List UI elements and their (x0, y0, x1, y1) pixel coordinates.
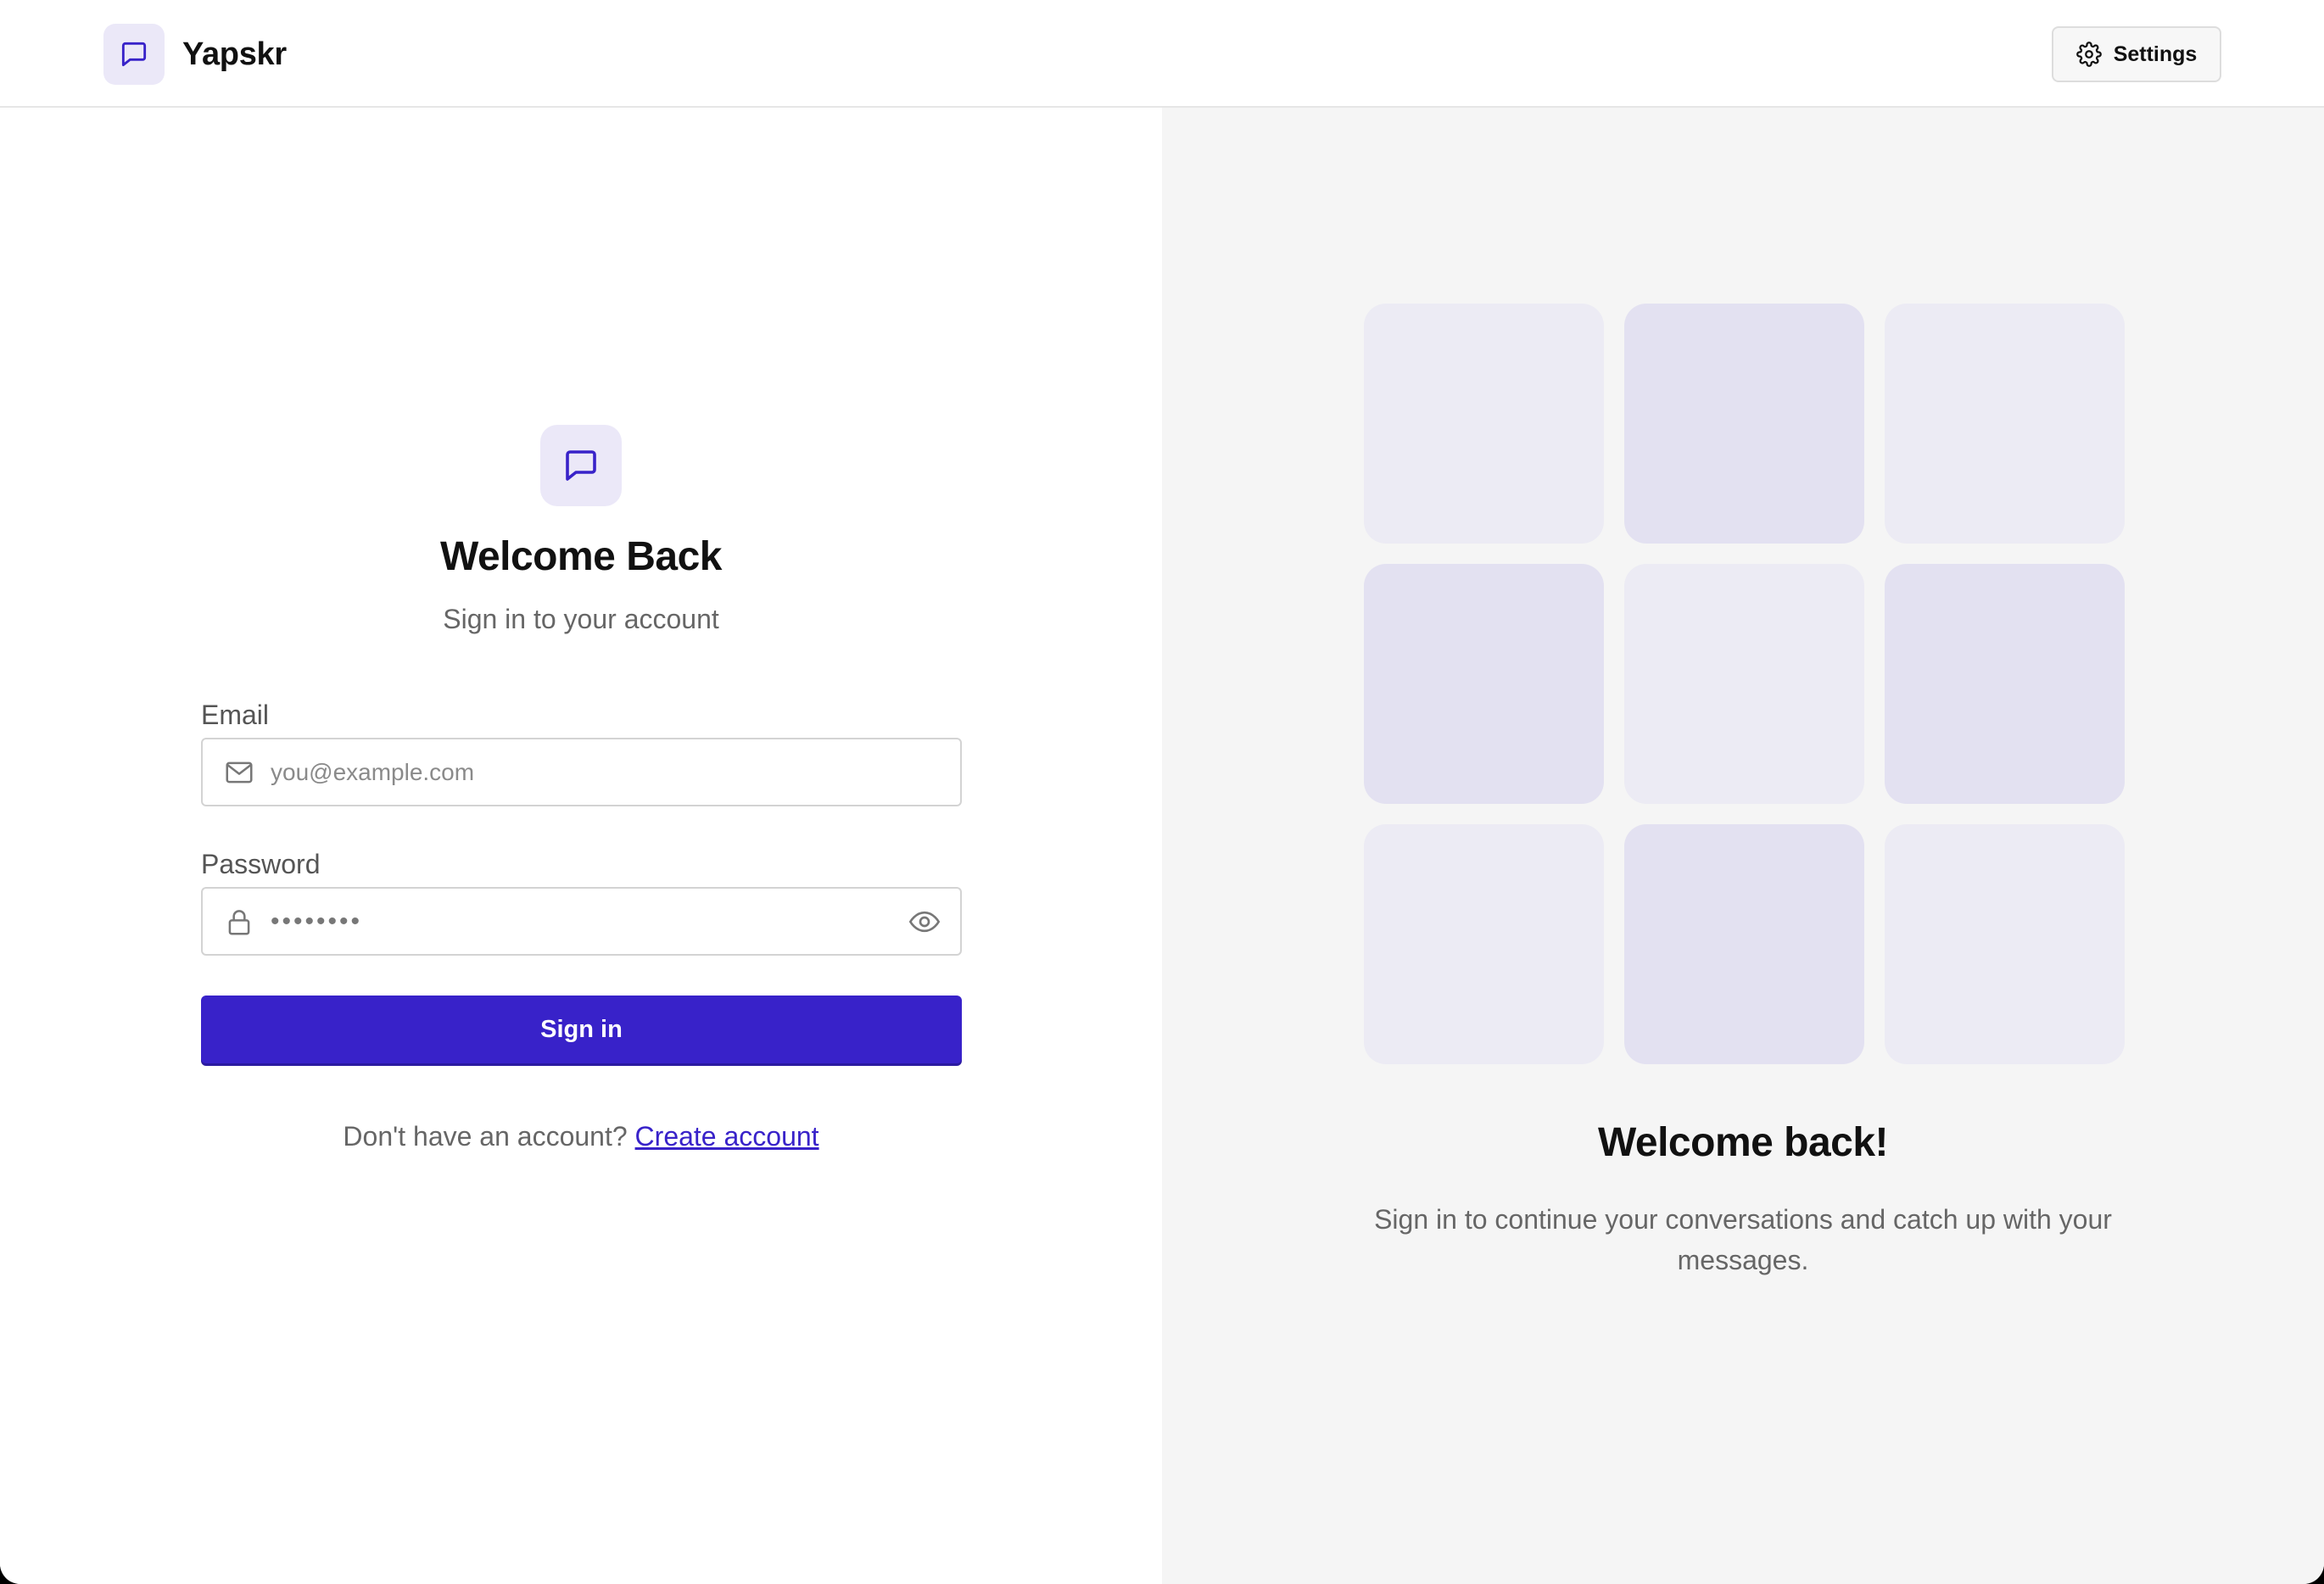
placeholder-tile (1364, 824, 1604, 1064)
email-label: Email (201, 700, 270, 730)
login-title: Welcome Back (440, 534, 722, 579)
password-value: •••••••• (271, 906, 363, 935)
gear-icon (2075, 42, 2102, 67)
chat-bubble-icon (103, 24, 165, 85)
top-bar: Yapskr Settings (0, 0, 2324, 108)
signup-line: Don't have an account? Create account (0, 1121, 1162, 1152)
password-field[interactable]: •••••••• (201, 887, 962, 956)
placeholder-tile (1624, 824, 1864, 1064)
email-placeholder: you@example.com (271, 758, 475, 785)
login-pane: Welcome Back Sign in to your account Ema… (0, 108, 1162, 1584)
placeholder-tile (1364, 564, 1604, 804)
placeholder-tile (1885, 304, 2125, 544)
app-window: Yapskr Settings Welcome Back Sign in to … (0, 0, 2324, 1584)
create-account-link[interactable]: Create account (635, 1121, 819, 1152)
lock-icon (228, 910, 250, 935)
promo-text: Sign in to continue your conversations a… (1374, 1204, 2112, 1275)
placeholder-tile (1885, 564, 2125, 804)
login-subtitle: Sign in to your account (443, 604, 719, 634)
promo-pane: Welcome back! Sign in to continue your c… (1162, 108, 2324, 1584)
email-field[interactable]: you@example.com (201, 738, 962, 806)
placeholder-tile (1624, 304, 1864, 544)
settings-label: Settings (2113, 42, 2198, 66)
signup-prompt: Don't have an account? (343, 1121, 628, 1152)
eye-icon[interactable] (908, 905, 941, 939)
placeholder-tile (1624, 564, 1864, 804)
placeholder-tile (1364, 304, 1604, 544)
password-label: Password (201, 849, 321, 879)
promo-title: Welcome back! (1597, 1120, 1889, 1165)
chat-bubble-icon (540, 425, 622, 506)
sign-in-button[interactable]: Sign in (201, 996, 962, 1063)
mail-icon (226, 761, 253, 784)
brand[interactable]: Yapskr (103, 24, 287, 85)
app-name: Yapskr (182, 36, 287, 72)
placeholder-tile (1885, 824, 2125, 1064)
settings-button[interactable]: Settings (2052, 26, 2221, 82)
